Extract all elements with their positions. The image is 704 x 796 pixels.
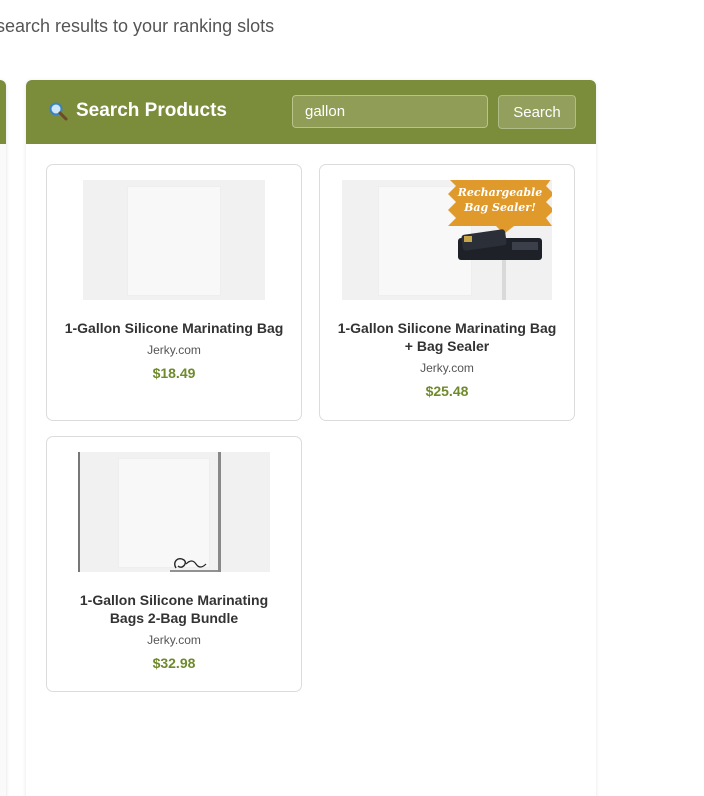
starburst-badge-icon: Rechargeable Bag Sealer! [448,180,552,234]
search-panel-header: Search Products Search [26,80,596,144]
ranking-panel-edge [0,80,6,796]
product-title: 1-Gallon Silicone Marinating Bags 2-Bag … [79,592,269,626]
product-image [83,180,265,300]
product-search-input[interactable] [292,95,488,128]
search-products-panel: Search Products Search 1-Gallon Silicone… [26,80,596,796]
product-vendor: Jerky.com [147,343,201,357]
svg-text:Rechargeable: Rechargeable [457,186,542,199]
page-subtitle: search results to your ranking slots [0,16,275,36]
product-vendor: Jerky.com [420,361,474,375]
product-card[interactable]: 1-Gallon Silicone Marinating Bags 2-Bag … [46,436,302,692]
product-image: Rechargeable Bag Sealer! [342,180,552,300]
product-card[interactable]: Rechargeable Bag Sealer! 1-Gallon Silico… [319,164,575,421]
magnifier-icon [48,101,68,121]
product-price: $32.98 [152,655,196,671]
product-vendor: Jerky.com [147,633,201,647]
ranking-panel-header [0,80,6,144]
search-button[interactable]: Search [498,95,576,129]
product-price: $18.49 [152,365,196,381]
search-panel-title-text: Search Products [76,100,227,121]
product-image [78,452,270,572]
search-panel-title: Search Products [48,100,227,122]
svg-text:Bag Sealer!: Bag Sealer! [463,201,536,214]
product-title: 1-Gallon Silicone Marinating Bag + Bag S… [337,320,557,354]
brand-logo-stamp [170,558,218,572]
product-price: $25.48 [425,383,469,399]
product-title: 1-Gallon Silicone Marinating Bag [64,320,284,336]
bag-sealer-icon [458,229,542,260]
product-card[interactable]: 1-Gallon Silicone Marinating Bag Jerky.c… [46,164,302,421]
